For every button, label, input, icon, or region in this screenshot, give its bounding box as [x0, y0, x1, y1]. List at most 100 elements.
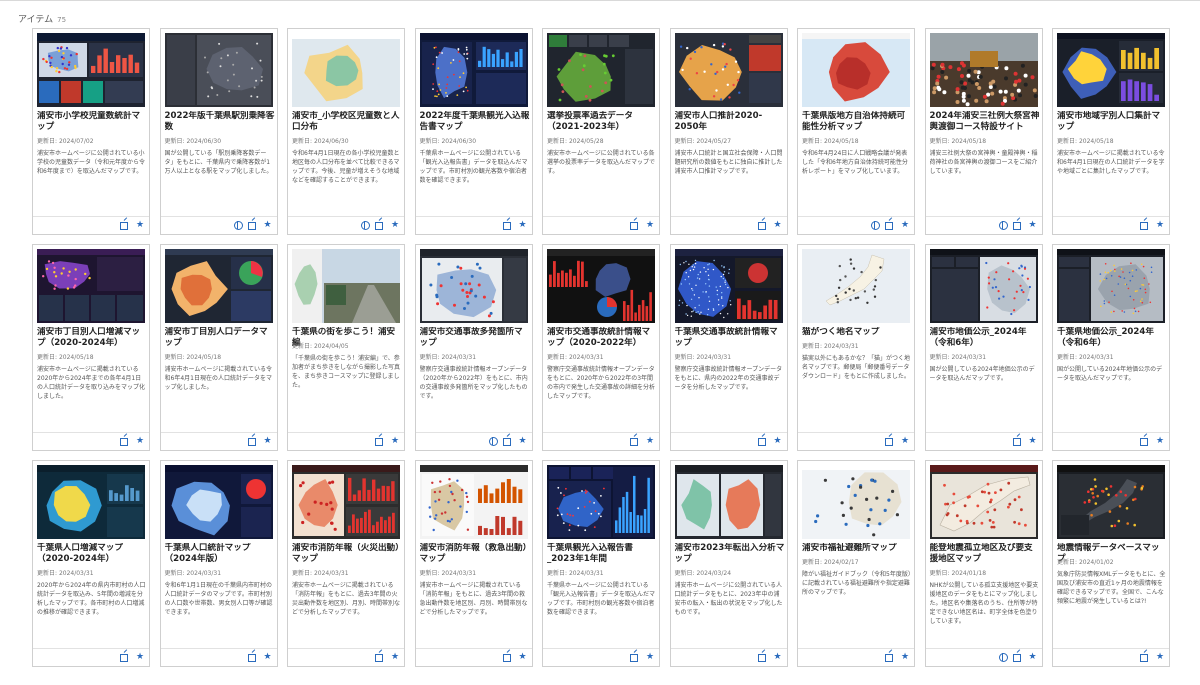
star-icon[interactable]: ★ [518, 652, 528, 662]
star-icon[interactable]: ★ [518, 436, 528, 446]
external-link-icon[interactable] [1012, 652, 1022, 662]
star-icon[interactable]: ★ [645, 652, 655, 662]
star-icon[interactable]: ★ [900, 220, 910, 230]
external-link-icon[interactable] [247, 220, 257, 230]
star-icon[interactable]: ★ [135, 220, 145, 230]
item-card[interactable]: 浦安市福祉避難所マップ 更新日: 2024/02/17 障がい福祉ガイドブック（令和… [797, 460, 915, 667]
item-title[interactable]: 浦安市地域字別人口集計マップ [1057, 111, 1167, 133]
item-card[interactable]: 千葉県人口統計マップ（2024年版） 更新日: 2024/03/31 令和6年1月1… [159, 460, 278, 667]
external-link-icon[interactable] [1139, 652, 1149, 662]
item-card[interactable]: 浦安市人口推計2020-2050年 更新日: 2024/05/27 浦安市人口統計と… [669, 28, 788, 235]
star-icon[interactable]: ★ [263, 652, 273, 662]
star-icon[interactable]: ★ [1028, 436, 1038, 446]
item-title[interactable]: 2022年版千葉県駅別乗降客数 [165, 111, 275, 133]
star-icon[interactable]: ★ [263, 436, 273, 446]
external-link-icon[interactable] [757, 652, 767, 662]
item-thumbnail[interactable] [1057, 33, 1165, 107]
item-thumbnail[interactable] [419, 465, 528, 539]
item-card[interactable]: 猫がつく地名マップ 更新日: 2024/03/31 猫実以外にもあるかな？「猫」がつ… [797, 244, 915, 451]
item-thumbnail[interactable] [164, 465, 273, 539]
item-thumbnail[interactable] [674, 33, 783, 107]
item-title[interactable]: 2022年度千葉県観光入込報告書マップ [420, 111, 530, 133]
external-link-icon[interactable] [1012, 436, 1022, 446]
star-icon[interactable]: ★ [900, 436, 910, 446]
item-thumbnail[interactable] [929, 465, 1038, 539]
external-link-icon[interactable] [757, 436, 767, 446]
external-link-icon[interactable] [1139, 436, 1149, 446]
external-link-icon[interactable] [502, 220, 512, 230]
external-link-icon[interactable] [757, 220, 767, 230]
item-thumbnail[interactable] [419, 249, 528, 323]
star-icon[interactable]: ★ [1028, 652, 1038, 662]
star-icon[interactable]: ★ [773, 220, 783, 230]
item-card[interactable]: 千葉県交通事故統計情報マップ 更新日: 2024/03/31 警察庁交通事故統計情報… [669, 244, 788, 451]
item-title[interactable]: 浦安市福祉避難所マップ [802, 543, 912, 554]
external-link-icon[interactable] [884, 652, 894, 662]
item-card[interactable]: 千葉県版地方自治体持続可能性分析マップ 更新日: 2024/05/18 令和6年4月… [797, 28, 915, 235]
item-thumbnail[interactable] [164, 33, 273, 107]
item-title[interactable]: 浦安市地価公示_2024年（令和6年） [930, 327, 1040, 349]
item-thumbnail[interactable] [929, 249, 1038, 323]
item-card[interactable]: 千葉県地価公示_2024年（令和6年） 更新日: 2024/03/31 国が公開して… [1052, 244, 1170, 451]
external-link-icon[interactable] [884, 436, 894, 446]
star-icon[interactable]: ★ [1155, 220, 1165, 230]
item-title[interactable]: 千葉県版地方自治体持続可能性分析マップ [802, 111, 912, 133]
external-link-icon[interactable] [374, 436, 384, 446]
external-link-icon[interactable] [374, 652, 384, 662]
external-link-icon[interactable] [119, 652, 129, 662]
item-title[interactable]: 浦安市交通事故多発箇所マップ [420, 327, 530, 349]
item-card[interactable]: 千葉県人口増減マップ（2020-2024年） 更新日: 2024/03/31 202… [32, 460, 150, 667]
item-thumbnail[interactable] [802, 33, 910, 107]
star-icon[interactable]: ★ [390, 652, 400, 662]
item-card[interactable]: 千葉県の街を歩こう！浦安編 更新日: 2024/04/05 「千葉県の街を歩こう！浦… [287, 244, 405, 451]
item-thumbnail[interactable] [802, 249, 910, 323]
item-card[interactable]: 浦安市交通事故統計情報マップ（2020-2022年） 更新日: 2024/03/3… [542, 244, 660, 451]
star-icon[interactable]: ★ [645, 220, 655, 230]
item-card[interactable]: 能登地震孤立地区及び要支援地区マップ 更新日: 2024/01/18 NHKが公開し… [924, 460, 1043, 667]
item-card[interactable]: 浦安市丁目別人口増減マップ（2020-2024年） 更新日: 2024/05/18… [32, 244, 150, 451]
item-title[interactable]: 能登地震孤立地区及び要支援地区マップ [930, 543, 1040, 565]
item-card[interactable]: 2022年版千葉県駅別乗降客数 更新日: 2024/06/30 国が公開している「駅… [159, 28, 278, 235]
external-link-icon[interactable] [502, 436, 512, 446]
item-title[interactable]: 浦安市丁目別人口データマップ [165, 327, 275, 349]
item-title[interactable]: 浦安市丁目別人口増減マップ（2020-2024年） [37, 327, 147, 349]
star-icon[interactable]: ★ [390, 436, 400, 446]
item-title[interactable]: 千葉県交通事故統計情報マップ [675, 327, 785, 349]
item-thumbnail[interactable] [37, 33, 145, 107]
external-link-icon[interactable] [119, 436, 129, 446]
item-card[interactable]: 選挙投票率過去データ（2021-2023年） 更新日: 2024/05/28 浦安市… [542, 28, 660, 235]
item-thumbnail[interactable] [164, 249, 273, 323]
item-title[interactable]: 浦安市交通事故統計情報マップ（2020-2022年） [547, 327, 657, 349]
item-card[interactable]: 浦安市消防年報（救急出動）マップ 更新日: 2024/03/31 浦安市ホームページ… [414, 460, 533, 667]
external-link-icon[interactable] [374, 220, 384, 230]
item-thumbnail[interactable] [1057, 249, 1165, 323]
item-title[interactable]: 千葉県地価公示_2024年（令和6年） [1057, 327, 1167, 349]
star-icon[interactable]: ★ [645, 436, 655, 446]
item-thumbnail[interactable] [547, 465, 655, 539]
globe-icon[interactable] [998, 652, 1008, 662]
external-link-icon[interactable] [247, 436, 257, 446]
item-card[interactable]: 浦安市2023年転出入分析マップ 更新日: 2024/03/24 浦安市ホームページ… [669, 460, 788, 667]
item-title[interactable]: 選挙投票率過去データ（2021-2023年） [547, 111, 657, 133]
item-title[interactable]: 2024年浦安三社例大祭宮神輿渡御コース特設サイト [930, 111, 1040, 133]
item-thumbnail[interactable] [37, 465, 145, 539]
item-title[interactable]: 千葉県人口増減マップ（2020-2024年） [37, 543, 147, 565]
star-icon[interactable]: ★ [390, 220, 400, 230]
globe-icon[interactable] [233, 220, 243, 230]
globe-icon[interactable] [360, 220, 370, 230]
external-link-icon[interactable] [629, 220, 639, 230]
item-thumbnail[interactable] [37, 249, 145, 323]
external-link-icon[interactable] [1012, 220, 1022, 230]
external-link-icon[interactable] [884, 220, 894, 230]
item-title[interactable]: 猫がつく地名マップ [802, 327, 912, 338]
external-link-icon[interactable] [629, 436, 639, 446]
item-title[interactable]: 浦安市_小学校区児童数と人口分布 [292, 111, 402, 133]
external-link-icon[interactable] [1139, 220, 1149, 230]
star-icon[interactable]: ★ [773, 436, 783, 446]
item-title[interactable]: 千葉県観光入込報告書_2023年1年間 [547, 543, 657, 565]
item-title[interactable]: 浦安市人口推計2020-2050年 [675, 111, 785, 133]
item-thumbnail[interactable] [1057, 465, 1165, 539]
item-card[interactable]: 浦安市地価公示_2024年（令和6年） 更新日: 2024/03/31 国が公開して… [924, 244, 1043, 451]
external-link-icon[interactable] [247, 652, 257, 662]
item-title[interactable]: 浦安市小学校児童数統計マップ [37, 111, 147, 133]
